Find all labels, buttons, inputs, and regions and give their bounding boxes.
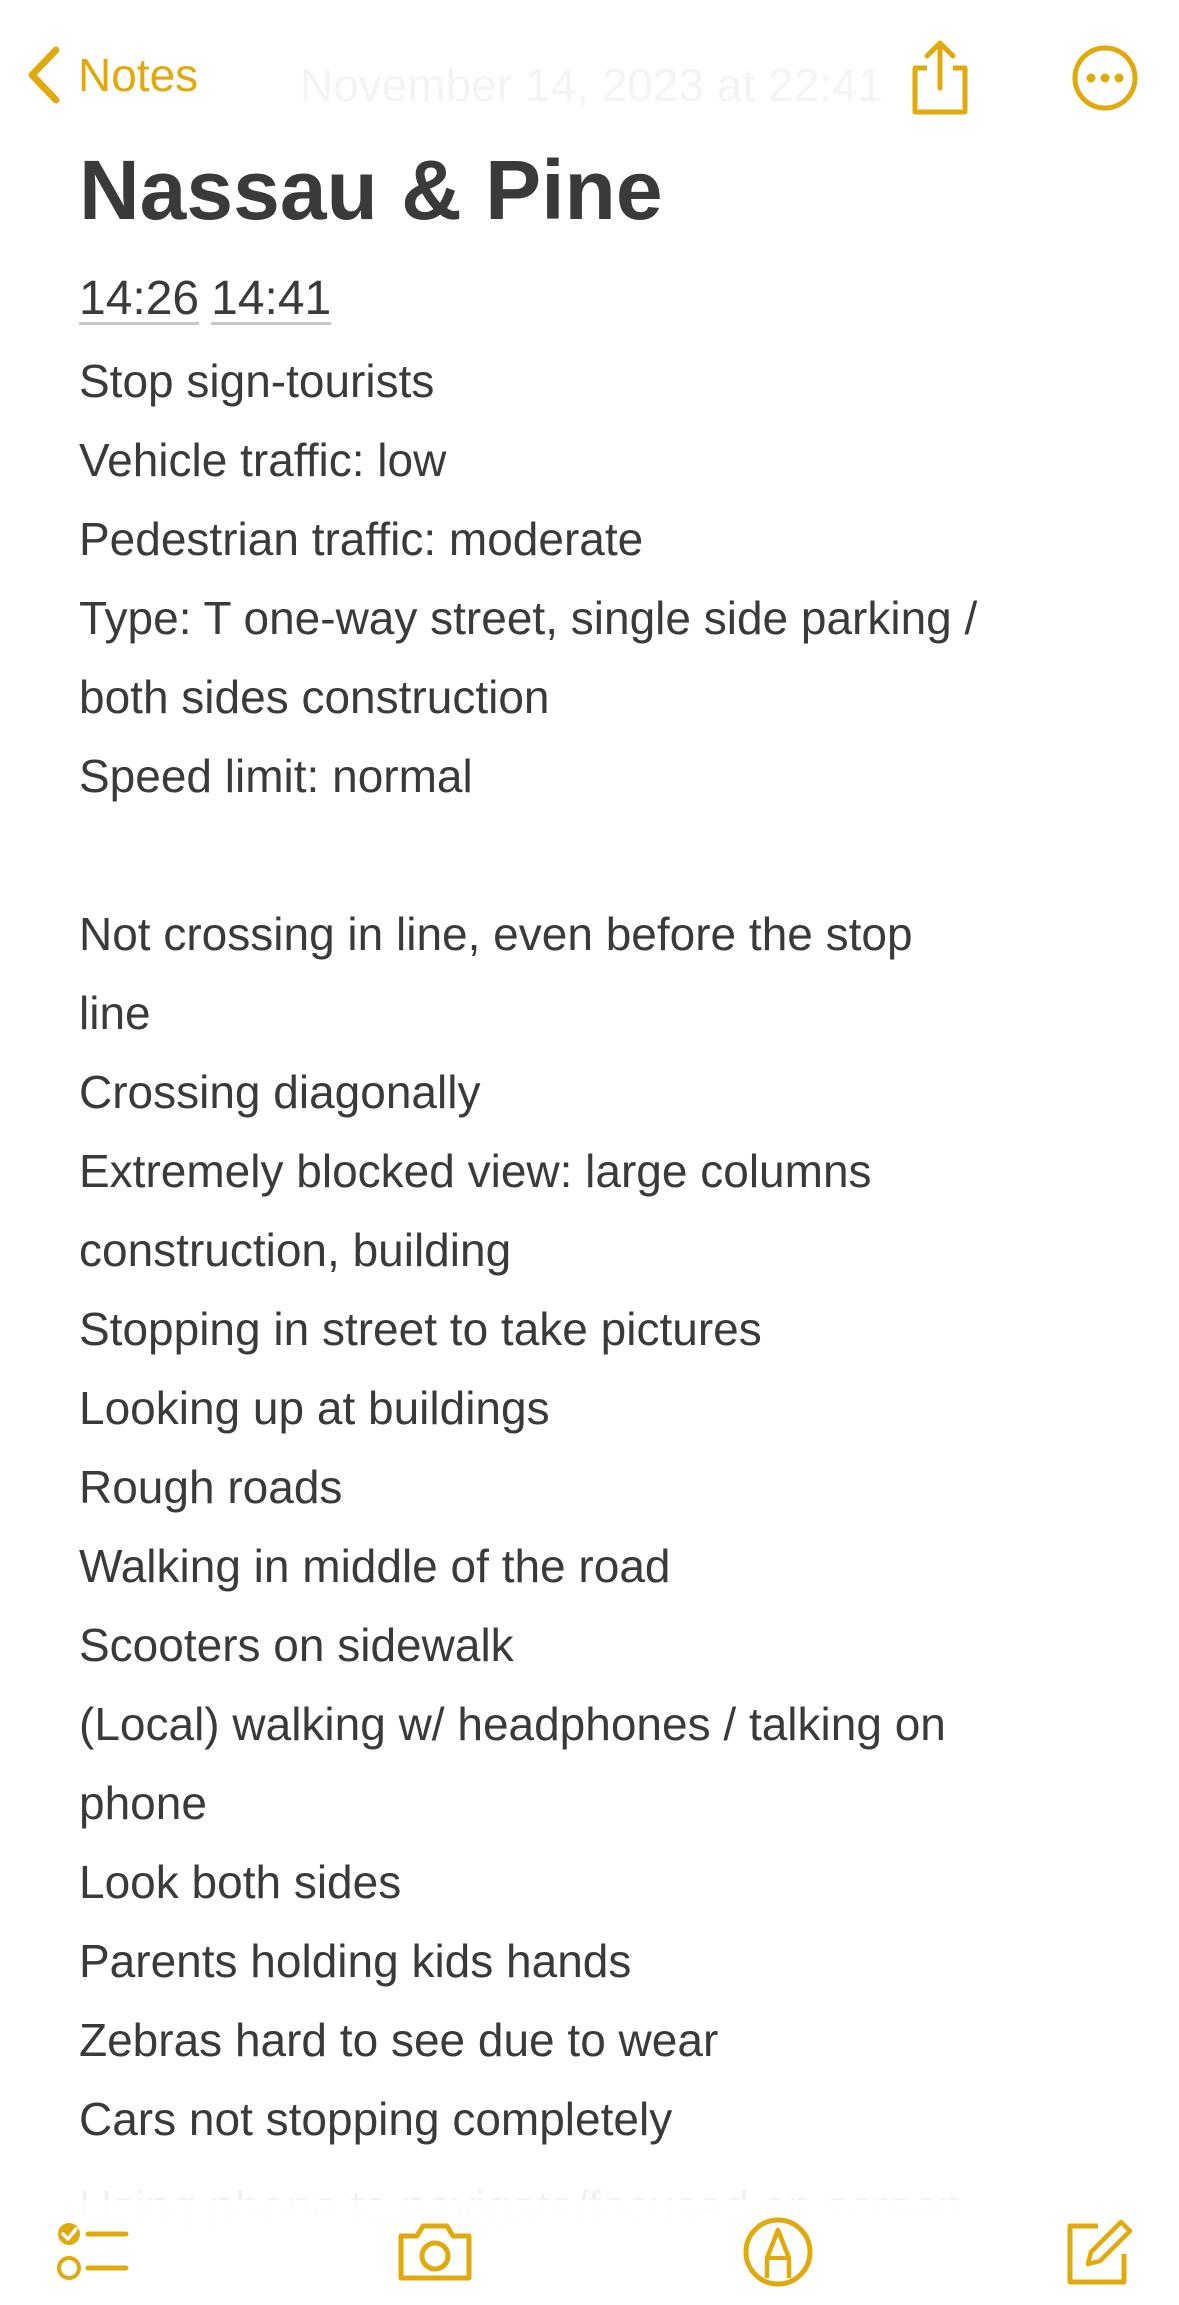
camera-icon [398,2223,472,2281]
chevron-left-icon [28,46,60,104]
note-line: Scooters on sidewalk [79,1619,514,1671]
time-end-link[interactable]: 14:41 [211,270,331,328]
compose-icon [1067,2219,1133,2285]
note-line: Stopping in street to take pictures [79,1303,762,1355]
note-title[interactable]: Nassau & Pine [79,140,663,240]
note-line: Extremely blocked view: large columns [79,1145,872,1197]
note-line: line [79,987,151,1039]
note-line: Zebras hard to see due to wear [79,2014,719,2066]
back-label: Notes [78,49,199,101]
note-date: November 14, 2023 at 22:41 [300,59,884,111]
note-line: Vehicle traffic: low [79,434,447,486]
note-line: Walking in middle of the road [79,1540,671,1592]
markup-icon [743,2217,813,2287]
compose-button[interactable] [1058,2212,1138,2292]
back-button[interactable]: Notes [24,40,198,110]
time-start-link[interactable]: 14:26 [79,270,199,328]
markup-button[interactable] [738,2212,818,2292]
note-line: Look both sides [79,1856,402,1908]
bottom-toolbar [0,2200,1179,2305]
note-line: both sides construction [79,671,550,723]
note-line: (Local) walking w/ headphones / talking … [79,1698,946,1750]
note-line: Pedestrian traffic: moderate [79,513,644,565]
checklist-button[interactable] [52,2212,132,2292]
note-line: Crossing diagonally [79,1066,481,1118]
share-icon [912,40,968,115]
checklist-icon [57,2223,129,2280]
camera-button[interactable] [395,2212,475,2292]
note-body[interactable]: Stop sign-tourists Vehicle traffic: low … [79,342,1139,2159]
note-line: Type: T one-way street, single side park… [79,592,978,644]
note-line: Rough roads [79,1461,343,1513]
navigation-bar: Notes November 14, 2023 at 22:41 [0,0,1179,140]
more-options-button[interactable] [1072,45,1138,111]
note-line: Not crossing in line, even before the st… [79,908,913,960]
share-button[interactable] [905,38,975,118]
note-line: construction, building [79,1224,512,1276]
note-line: phone [79,1777,207,1829]
note-line: Stop sign-tourists [79,355,435,407]
note-line: Speed limit: normal [79,750,473,802]
note-line: Cars not stopping completely [79,2093,673,2145]
ellipsis-circle-icon [1072,45,1138,111]
note-line: Looking up at buildings [79,1382,550,1434]
note-line: Parents holding kids hands [79,1935,632,1987]
note-times: 14:26 14:41 [79,270,331,328]
note-line-blank [79,816,1139,895]
